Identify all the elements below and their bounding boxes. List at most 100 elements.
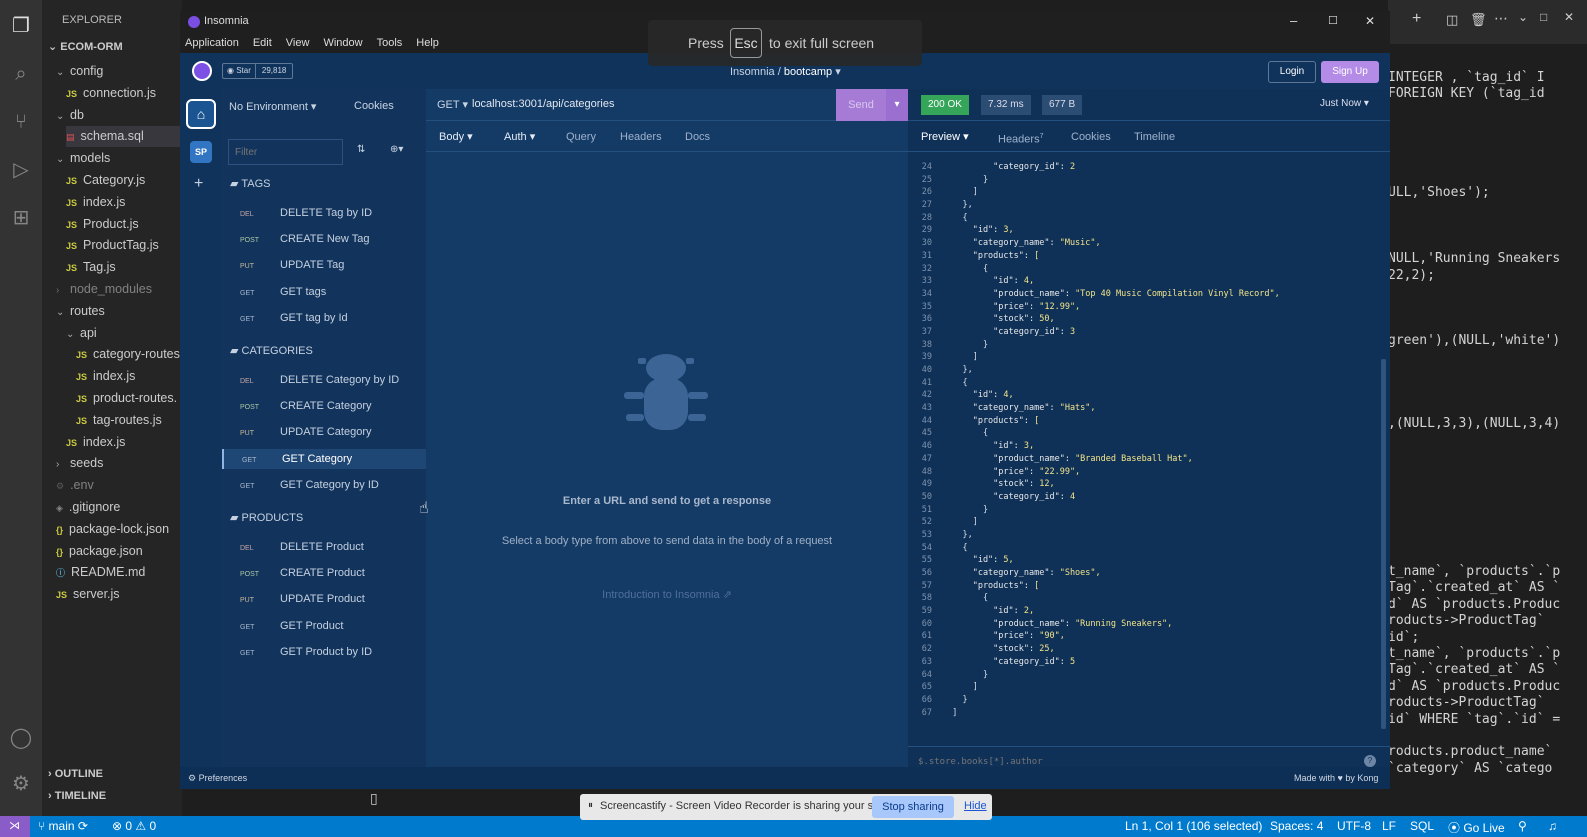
menu-edit[interactable]: Edit [253,37,272,49]
add-icon[interactable]: + [1412,10,1421,28]
request-item[interactable]: DEL DELETE Category by ID [240,370,399,390]
request-item[interactable]: GET GET tag by Id [240,308,348,328]
remote-indicator[interactable]: ⋊ [0,816,30,837]
made-with-kong[interactable]: Made with ♥ by Kong [1294,773,1378,783]
menu-help[interactable]: Help [416,37,439,49]
file-item[interactable]: JS Category.js [66,170,186,191]
line-ending[interactable]: LF [1382,819,1396,833]
problems-indicator[interactable]: ⊗ 0 ⚠ 0 [112,819,156,833]
request-item[interactable]: DEL DELETE Product [240,537,364,557]
menu-view[interactable]: View [286,37,310,49]
chevron-down-icon[interactable]: ⌄ [1518,10,1528,24]
more-icon[interactable]: ⋯ [1494,10,1508,27]
folder-item[interactable]: ⌄ api [66,323,186,344]
outline-section[interactable]: › OUTLINE [48,768,103,780]
folder-item[interactable]: ⌄ models [56,148,186,169]
file-item[interactable]: JS tag-routes.js [76,410,186,431]
maximize-icon[interactable]: ☐ [1328,14,1338,27]
send-button[interactable]: Send [836,89,886,121]
go-live-button[interactable]: ⦿ Go Live [1448,819,1505,836]
request-item[interactable]: GET GET Product by ID [240,642,372,662]
file-item[interactable]: JS server.js [56,584,186,605]
intro-link[interactable]: Introduction to Insomnia ⇗ [426,588,908,601]
preview-scrollbar[interactable] [1381,359,1386,729]
tab-preview[interactable]: Preview ▾ [921,122,969,152]
file-item[interactable]: JS index.js [66,192,186,213]
help-icon[interactable]: ? [1364,755,1376,767]
file-item[interactable]: ⚙ .env [56,475,186,496]
github-star-button[interactable]: ◉ Star 29,818 [222,63,294,79]
minimize-icon[interactable]: – [1290,13,1297,28]
file-item[interactable]: JS ProductTag.js [66,235,186,256]
stop-sharing-button[interactable]: Stop sharing [872,796,954,818]
accounts-icon[interactable]: ⚲ [1518,819,1527,833]
folder-products[interactable]: ▰ PRODUCTS [230,511,303,524]
folder-categories[interactable]: ▰ CATEGORIES [230,344,313,357]
request-item[interactable]: GET GET Category by ID [240,475,379,495]
explorer-icon[interactable]: ❐ [9,14,33,38]
settings-gear-icon[interactable]: ⚙ [9,772,33,796]
project-header[interactable]: ⌄ ECOM-ORM [48,40,123,53]
request-item[interactable]: DEL DELETE Tag by ID [240,203,372,223]
menu-tools[interactable]: Tools [377,37,403,49]
login-button[interactable]: Login [1268,61,1316,83]
close-icon[interactable]: ✕ [1365,14,1375,28]
send-options-icon[interactable]: ▾ [886,89,908,121]
folder-tags[interactable]: ▰ TAGS [230,177,270,190]
file-item[interactable]: {} package.json [56,541,186,562]
environment-selector[interactable]: No Environment ▾ [229,100,316,113]
request-item[interactable]: PUT UPDATE Category [240,422,372,442]
request-item[interactable]: POST CREATE Category [240,396,372,416]
menu-application[interactable]: Application [185,37,239,49]
file-item[interactable]: JS index.js [66,432,186,453]
indent-setting[interactable]: Spaces: 4 [1270,819,1323,833]
hide-button[interactable]: Hide [964,800,987,812]
file-item[interactable]: JS product-routes. [76,388,186,409]
encoding[interactable]: UTF-8 [1337,819,1371,833]
code-editor[interactable]: INTEGER , `tag_id` I FOREIGN KEY (`tag_i… [1388,44,1587,816]
account-icon[interactable]: ◯ [9,726,33,750]
cookies-button[interactable]: Cookies [354,100,394,112]
request-item[interactable]: GET GET tags [240,282,326,302]
preferences-button[interactable]: ⚙ Preferences [188,773,247,784]
source-control-icon[interactable]: ⑂ [9,110,33,134]
request-item[interactable]: PUT UPDATE Tag [240,255,344,275]
json-preview[interactable]: 24 "category_id": 2 25 } 26 ] 27 }, 28 {29 "… [908,161,1378,751]
folder-item[interactable]: › seeds [56,453,186,474]
file-item[interactable]: JS connection.js [66,83,186,104]
add-request-icon[interactable]: ⊕▾ [390,144,403,155]
split-editor-icon[interactable]: ◫ [1446,12,1458,28]
file-item[interactable]: JS Product.js [66,214,186,235]
project-selector[interactable]: bootcamp [784,66,832,78]
breadcrumb-root[interactable]: Insomnia [730,66,775,78]
file-item[interactable]: ⓘ README.md [56,562,186,583]
history-selector[interactable]: Just Now ▾ [1320,98,1369,109]
folder-item[interactable]: › node_modules [56,279,186,300]
request-item[interactable]: GET GET Category [222,448,426,469]
notifications-icon[interactable]: ♫ [1548,819,1557,833]
folder-item[interactable]: ⌄ config [56,61,186,82]
tab-cookies[interactable]: Cookies [1071,122,1111,152]
signup-button[interactable]: Sign Up [1321,61,1379,83]
branch-indicator[interactable]: ⑂ main ⟳ [38,819,88,833]
tab-query[interactable]: Query [566,122,596,152]
file-item[interactable]: JS category-routes [76,344,186,365]
extensions-icon[interactable]: ⊞ [9,206,33,230]
folder-item[interactable]: ⌄ routes [56,301,186,322]
request-item[interactable]: GET GET Product [240,616,343,636]
folder-item[interactable]: ⌄ db [56,105,186,126]
url-input[interactable]: localhost:3001/api/categories [472,98,614,110]
filter-input[interactable] [228,139,343,165]
menu-window[interactable]: Window [323,37,362,49]
file-item[interactable]: ◈ .gitignore [56,497,186,518]
search-icon[interactable]: ⌕ [9,62,33,86]
file-item[interactable]: JS index.js [76,366,186,387]
add-workspace-icon[interactable]: + [194,175,203,193]
maximize-panel-icon[interactable]: □ [1540,10,1547,24]
tab-body[interactable]: Body ▾ [439,122,473,152]
tab-headers[interactable]: Headers7 [998,122,1043,152]
trash-icon[interactable]: 🗑 [1470,12,1487,28]
close-panel-icon[interactable]: ✕ [1564,10,1574,24]
tab-auth[interactable]: Auth ▾ [504,122,535,152]
home-icon[interactable]: ⌂ [186,99,216,129]
